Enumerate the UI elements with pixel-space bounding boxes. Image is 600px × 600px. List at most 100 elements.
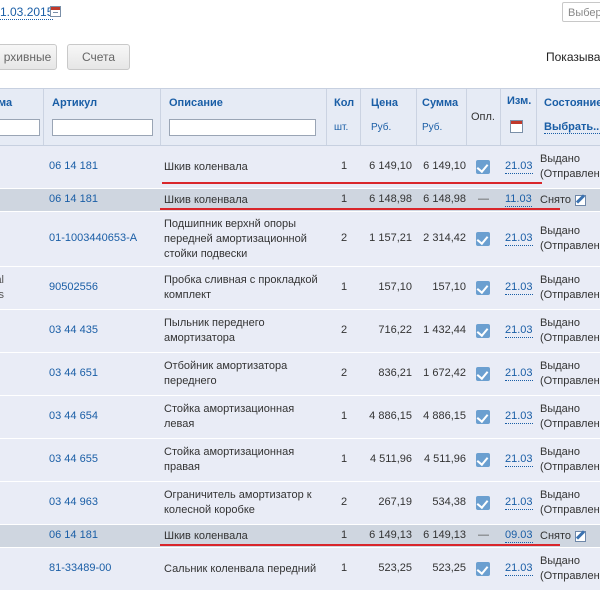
- qty-cell: 1: [340, 281, 348, 293]
- status-text: (Отправлено: [540, 332, 600, 344]
- table-row[interactable]: 06 14 181 Шкив коленвала 1 6 149,13 6 149,13…: [0, 525, 600, 548]
- paid-check-icon: [476, 367, 490, 381]
- header-changed[interactable]: Изм.: [507, 95, 531, 107]
- article-link[interactable]: 01-1003440653-A: [49, 231, 137, 246]
- description-text: Сальник коленвала передний: [164, 562, 317, 575]
- paid-check-icon: [476, 281, 490, 295]
- article-link[interactable]: 03 44 435: [49, 323, 98, 338]
- description-filter-input[interactable]: [169, 119, 316, 136]
- article-link[interactable]: 06 14 181: [49, 192, 98, 207]
- table-row[interactable]: 03 44 651 Отбойник амортизатора переднего 2…: [0, 353, 600, 396]
- sum-cell: 6 149,10: [423, 160, 466, 172]
- table-row[interactable]: 03 44 655 Стойка амортизационная правая 1 4 …: [0, 439, 600, 482]
- table-row[interactable]: 03 44 654 Стойка амортизационная левая 1 4 8…: [0, 396, 600, 439]
- name-filter-input[interactable]: [0, 119, 40, 136]
- table-row[interactable]: 06 14 181 Шкив коленвала 1 6 149,10 6 149,10…: [0, 146, 600, 189]
- show-label: Показыват: [546, 50, 600, 64]
- description-text: колесной коробке: [164, 504, 255, 516]
- article-filter-input[interactable]: [52, 119, 153, 136]
- change-date-link[interactable]: 21.03: [505, 324, 533, 338]
- calendar-icon[interactable]: [50, 6, 61, 17]
- change-date-link[interactable]: 21.03: [505, 453, 533, 467]
- change-date-link[interactable]: 21.03: [505, 496, 533, 510]
- status-text: Снято: [540, 193, 572, 206]
- status-text: Выдано: [540, 274, 580, 286]
- change-date-link[interactable]: 21.03: [505, 232, 533, 246]
- qty-cell: 1: [340, 529, 348, 541]
- paid-check-icon: [476, 496, 490, 510]
- description-text: Стойка амортизационная: [164, 446, 295, 458]
- sum-cell: 157,10: [432, 281, 466, 293]
- highlight-underline: [160, 544, 560, 546]
- header-qty[interactable]: Кол: [334, 97, 354, 109]
- header-state[interactable]: Состояние: [544, 97, 600, 109]
- article-link[interactable]: 06 14 181: [49, 159, 98, 174]
- change-date-link[interactable]: 21.03: [505, 281, 533, 295]
- article-link[interactable]: 03 44 651: [49, 366, 98, 381]
- orders-table: ма Артикул Описание Кол шт. Цена Руб. Су…: [0, 88, 600, 591]
- top-date-link[interactable]: 1.03.2015: [0, 5, 54, 20]
- change-date-link[interactable]: 21.03: [505, 160, 533, 174]
- change-date-link[interactable]: 09.03: [505, 529, 533, 543]
- header-price[interactable]: Цена: [371, 97, 398, 109]
- highlight-underline: [162, 182, 542, 184]
- article-link[interactable]: 81-33489-00: [49, 561, 111, 576]
- sum-cell: 6 148,98: [423, 193, 466, 205]
- status-text: (Отправлено: [540, 504, 600, 516]
- change-date-link[interactable]: 11.03: [505, 193, 532, 207]
- article-link[interactable]: 03 44 963: [49, 495, 98, 510]
- header-name[interactable]: ма: [0, 97, 12, 109]
- table-row[interactable]: 01-1003440653-A Подшипник верхнй опоры пер…: [0, 212, 600, 267]
- table-row[interactable]: al s 90502556 Пробка сливная с прокладкой ко…: [0, 267, 600, 310]
- edit-icon[interactable]: [575, 531, 586, 542]
- price-cell: 523,25: [378, 562, 412, 574]
- article-link[interactable]: 90502556: [49, 280, 98, 295]
- archive-button[interactable]: рхивные: [0, 44, 57, 70]
- changed-calendar-icon[interactable]: [510, 120, 523, 133]
- table-row[interactable]: 03 44 963 Ограничитель амортизатор к колес…: [0, 482, 600, 525]
- price-cell: 157,10: [378, 281, 412, 293]
- status-text: Выдано: [540, 317, 580, 329]
- change-date-link[interactable]: 21.03: [505, 367, 533, 381]
- price-cell: 716,22: [378, 324, 412, 336]
- paid-check-icon: [476, 232, 490, 246]
- unpaid-dash: —: [478, 193, 489, 205]
- description-text: Подшипник верхнй опоры: [164, 217, 297, 230]
- description-text: стойки подвески: [164, 247, 248, 260]
- article-link[interactable]: 03 44 655: [49, 452, 98, 467]
- description-text: Пробка сливная с прокладкой: [164, 274, 318, 286]
- status-text: (Отправлено: [540, 570, 600, 582]
- header-article[interactable]: Артикул: [52, 97, 97, 109]
- paid-check-icon: [476, 160, 490, 174]
- change-date-link[interactable]: 21.03: [505, 562, 533, 576]
- description-text: Стойка амортизационная: [164, 403, 295, 415]
- status-text: (Отправлено: [540, 240, 600, 252]
- price-cell: 1 157,21: [369, 232, 412, 244]
- qty-cell: 2: [340, 324, 348, 336]
- sum-cell: 534,38: [432, 496, 466, 508]
- table-row[interactable]: 03 44 435 Пыльник переднего амортизатора 2 7…: [0, 310, 600, 353]
- status-text: Выдано: [540, 225, 580, 237]
- description-text: левая: [164, 418, 195, 430]
- change-date-link[interactable]: 21.03: [505, 410, 533, 424]
- edit-icon[interactable]: [575, 195, 586, 206]
- header-qty-unit: шт.: [334, 122, 349, 133]
- sum-cell: 1 432,44: [423, 324, 466, 336]
- table-row[interactable]: 06 14 181 Шкив коленвала 1 6 148,98 6 148,98…: [0, 189, 600, 212]
- qty-cell: 2: [340, 232, 348, 244]
- accounts-button[interactable]: Счета: [67, 44, 130, 70]
- qty-cell: 1: [340, 562, 348, 574]
- header-description[interactable]: Описание: [169, 97, 223, 109]
- state-choose-link[interactable]: Выбрать...: [544, 121, 600, 134]
- status-text: (Отправлено: [540, 289, 600, 301]
- description-text: Шкив коленвала: [164, 193, 248, 206]
- description-text: амортизатора: [164, 332, 236, 344]
- article-link[interactable]: 06 14 181: [49, 528, 98, 543]
- table-row[interactable]: 81-33489-00 Сальник коленвала передний 1 52…: [0, 548, 600, 591]
- article-link[interactable]: 03 44 654: [49, 409, 98, 424]
- price-cell: 836,21: [378, 367, 412, 379]
- header-paid: Опл.: [471, 111, 495, 123]
- header-sum[interactable]: Сумма: [422, 97, 458, 109]
- description-text: передней амортизационной: [164, 232, 307, 245]
- period-select[interactable]: Выбер: [562, 2, 600, 22]
